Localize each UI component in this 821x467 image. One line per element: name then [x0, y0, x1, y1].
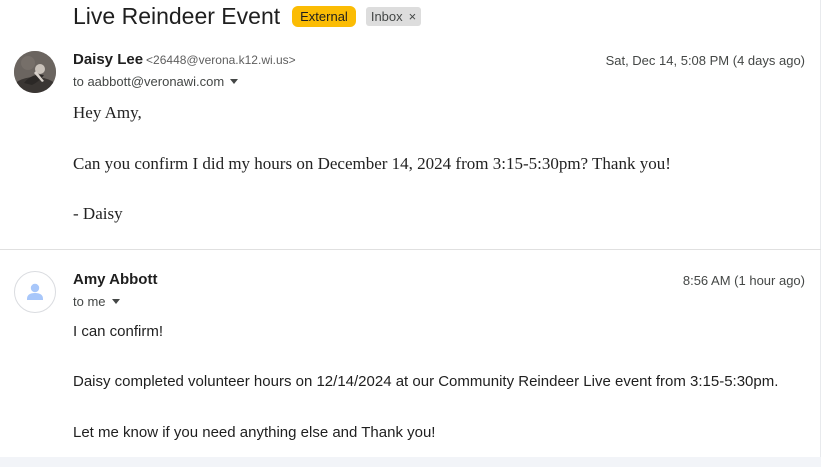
recipient-line[interactable]: to me — [73, 294, 120, 309]
recipient-text: to me — [73, 294, 106, 309]
message-date: Sat, Dec 14, 5:08 PM (4 days ago) — [605, 53, 805, 68]
inbox-label-text: Inbox — [370, 8, 403, 24]
sender: Daisy Lee <26448@verona.k12.wi.us> — [73, 51, 296, 68]
close-icon[interactable]: × — [409, 8, 417, 25]
sender-name[interactable]: Daisy Lee — [73, 51, 143, 68]
body-closing: Let me know if you need anything else an… — [73, 424, 436, 441]
default-person-icon — [27, 283, 43, 300]
message-date: 8:56 AM (1 hour ago) — [682, 273, 805, 288]
default-avatar[interactable] — [14, 271, 56, 313]
avatar-photo-image — [14, 51, 56, 93]
external-label: External — [292, 5, 356, 27]
message-amy: Amy Abbott to me 8:56 AM (1 hour ago) I … — [0, 250, 821, 457]
chevron-down-icon[interactable] — [230, 79, 239, 84]
sender-name[interactable]: Amy Abbott — [73, 271, 157, 288]
recipient-line[interactable]: to aabbott@veronawi.com — [73, 74, 239, 89]
thread-subject: Live Reindeer Event — [73, 2, 281, 29]
sender-email: <26448@verona.k12.wi.us> — [146, 53, 296, 67]
thread-footer-band — [0, 457, 821, 467]
inbox-label[interactable]: Inbox × — [365, 6, 422, 26]
sender: Amy Abbott — [73, 271, 157, 288]
recipient-text: to aabbott@veronawi.com — [73, 74, 225, 89]
chevron-down-icon[interactable] — [111, 299, 120, 304]
profile-photo-avatar[interactable] — [14, 51, 56, 93]
thread-header: Live Reindeer Event External Inbox × — [73, 0, 422, 32]
body-details: Daisy completed volunteer hours on 12/14… — [73, 373, 779, 390]
body-request: Can you confirm I did my hours on Decemb… — [73, 154, 671, 173]
body-confirm: I can confirm! — [73, 323, 164, 340]
body-signature: - Daisy — [73, 204, 123, 223]
message-daisy: Daisy Lee <26448@verona.k12.wi.us> to aab… — [0, 40, 821, 249]
body-greeting: Hey Amy, — [73, 103, 142, 122]
